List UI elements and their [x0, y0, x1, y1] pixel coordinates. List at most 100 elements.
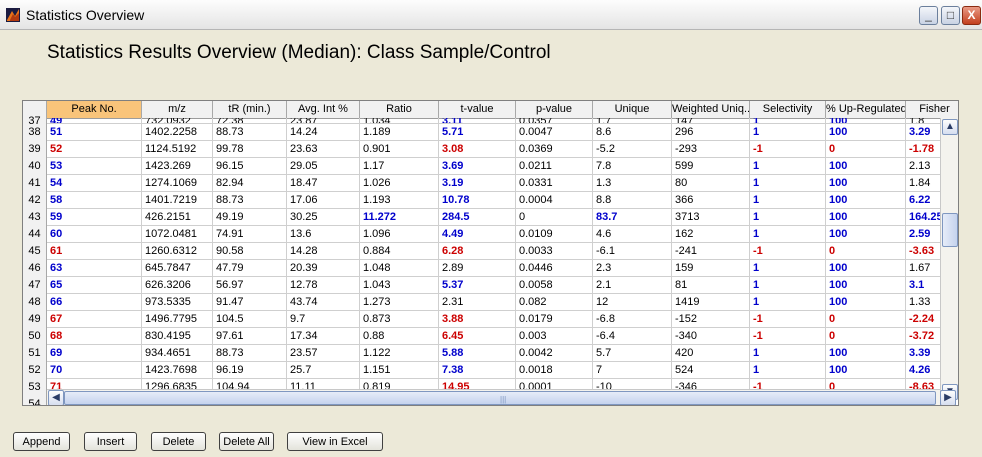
table-cell[interactable]: 10.78 — [439, 192, 516, 209]
horizontal-scrollbar[interactable]: ◀ ||| ▶ — [47, 389, 956, 405]
table-cell[interactable]: 1 — [750, 209, 826, 226]
table-cell[interactable]: 645.7847 — [142, 260, 213, 277]
row-header[interactable]: 40 — [23, 158, 47, 175]
table-cell[interactable]: 70 — [47, 362, 142, 379]
table-cell[interactable]: 90.58 — [213, 243, 287, 260]
table-cell[interactable]: 69 — [47, 345, 142, 362]
table-cell[interactable]: 1.026 — [360, 175, 439, 192]
table-cell[interactable]: 74.91 — [213, 226, 287, 243]
row-header[interactable]: 45 — [23, 243, 47, 260]
table-cell[interactable]: 80 — [672, 175, 750, 192]
table-cell[interactable]: 9.7 — [287, 311, 360, 328]
table-cell[interactable]: 7.38 — [439, 362, 516, 379]
row-header[interactable]: 38 — [23, 124, 47, 141]
table-cell[interactable]: 1.096 — [360, 226, 439, 243]
table-cell[interactable]: 52 — [47, 141, 142, 158]
table-cell[interactable]: 3713 — [672, 209, 750, 226]
table-cell[interactable]: 0 — [826, 243, 906, 260]
table-cell[interactable]: 100 — [826, 345, 906, 362]
table-cell[interactable]: 83.7 — [593, 209, 672, 226]
table-cell[interactable]: 100 — [826, 362, 906, 379]
column-header[interactable]: Fisher — [906, 101, 958, 118]
table-cell[interactable]: 97.61 — [213, 328, 287, 345]
row-header[interactable]: 46 — [23, 260, 47, 277]
table-cell[interactable]: 49.19 — [213, 209, 287, 226]
horizontal-scroll-thumb[interactable]: ||| — [64, 391, 936, 405]
table-cell[interactable]: 0.901 — [360, 141, 439, 158]
table-cell[interactable]: -293 — [672, 141, 750, 158]
table-cell[interactable]: 43.74 — [287, 294, 360, 311]
table-cell[interactable]: 284.5 — [439, 209, 516, 226]
table-cell[interactable]: -6.8 — [593, 311, 672, 328]
table-cell[interactable]: 100 — [826, 192, 906, 209]
table-cell[interactable]: 1.17 — [360, 158, 439, 175]
table-cell[interactable]: 47.79 — [213, 260, 287, 277]
table-cell[interactable]: 1.3 — [593, 175, 672, 192]
table-cell[interactable]: 1 — [750, 345, 826, 362]
table-cell[interactable]: 6.28 — [439, 243, 516, 260]
table-cell[interactable]: 0 — [826, 141, 906, 158]
row-header[interactable]: 42 — [23, 192, 47, 209]
table-cell[interactable]: 51 — [47, 124, 142, 141]
table-cell[interactable]: 63 — [47, 260, 142, 277]
table-cell[interactable]: 96.15 — [213, 158, 287, 175]
table-cell[interactable]: 2.1 — [593, 277, 672, 294]
table-cell[interactable]: 1 — [750, 277, 826, 294]
table-cell[interactable]: 2.3 — [593, 260, 672, 277]
row-header[interactable]: 54 — [23, 396, 47, 405]
table-cell[interactable]: 0 — [826, 328, 906, 345]
table-cell[interactable]: 0.0047 — [516, 124, 593, 141]
table-cell[interactable]: 1423.269 — [142, 158, 213, 175]
table-cell[interactable]: 296 — [672, 124, 750, 141]
table-cell[interactable]: 5.37 — [439, 277, 516, 294]
table-cell[interactable]: 0.0446 — [516, 260, 593, 277]
table-cell[interactable]: 68 — [47, 328, 142, 345]
table-cell[interactable]: 0.003 — [516, 328, 593, 345]
table-cell[interactable]: 88.73 — [213, 345, 287, 362]
table-cell[interactable]: -1 — [750, 311, 826, 328]
table-cell[interactable]: 1 — [750, 294, 826, 311]
maximize-button[interactable]: □ — [941, 6, 960, 25]
table-cell[interactable]: 82.94 — [213, 175, 287, 192]
table-cell[interactable]: 18.47 — [287, 175, 360, 192]
table-cell[interactable]: -241 — [672, 243, 750, 260]
table-cell[interactable]: 23.63 — [287, 141, 360, 158]
table-cell[interactable]: 17.34 — [287, 328, 360, 345]
table-cell[interactable]: 5.88 — [439, 345, 516, 362]
table-cell[interactable]: -1 — [750, 328, 826, 345]
table-cell[interactable]: 1419 — [672, 294, 750, 311]
table-cell[interactable]: 0.0109 — [516, 226, 593, 243]
row-header[interactable]: 39 — [23, 141, 47, 158]
table-cell[interactable]: -6.1 — [593, 243, 672, 260]
table-cell[interactable]: 1496.7795 — [142, 311, 213, 328]
table-cell[interactable]: 14.24 — [287, 124, 360, 141]
insert-button[interactable]: Insert — [84, 432, 137, 451]
table-cell[interactable]: 6.45 — [439, 328, 516, 345]
table-cell[interactable]: -340 — [672, 328, 750, 345]
table-cell[interactable]: 599 — [672, 158, 750, 175]
table-cell[interactable]: 100 — [826, 209, 906, 226]
table-cell[interactable]: 4.49 — [439, 226, 516, 243]
row-header[interactable]: 48 — [23, 294, 47, 311]
table-cell[interactable]: 0 — [826, 311, 906, 328]
column-header[interactable]: % Up-Regulated — [826, 101, 906, 118]
column-header[interactable]: p-value — [516, 101, 593, 118]
table-cell[interactable]: 1260.6312 — [142, 243, 213, 260]
table-cell[interactable]: 65 — [47, 277, 142, 294]
row-header[interactable]: 51 — [23, 345, 47, 362]
table-cell[interactable]: 96.19 — [213, 362, 287, 379]
table-cell[interactable]: -5.2 — [593, 141, 672, 158]
table-cell[interactable]: 99.78 — [213, 141, 287, 158]
table-cell[interactable]: 11.272 — [360, 209, 439, 226]
table-cell[interactable]: 30.25 — [287, 209, 360, 226]
scroll-left-button[interactable]: ◀ — [48, 390, 64, 405]
table-cell[interactable]: 1401.7219 — [142, 192, 213, 209]
table-cell[interactable]: 1.193 — [360, 192, 439, 209]
column-header[interactable]: tR (min.) — [213, 101, 287, 118]
table-cell[interactable]: 5.71 — [439, 124, 516, 141]
table-cell[interactable]: 61 — [47, 243, 142, 260]
table-cell[interactable]: 1 — [750, 260, 826, 277]
table-cell[interactable]: 2.31 — [439, 294, 516, 311]
table-cell[interactable]: 830.4195 — [142, 328, 213, 345]
table-cell[interactable]: 8.6 — [593, 124, 672, 141]
